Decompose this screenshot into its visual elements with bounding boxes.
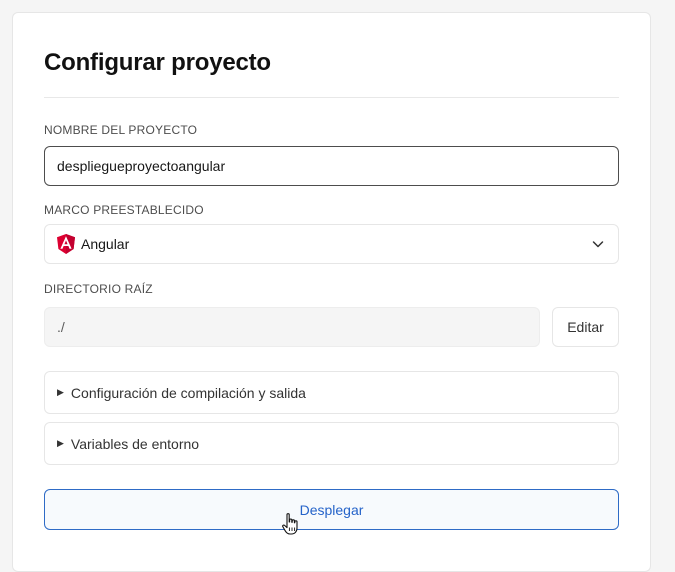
chevron-down-icon — [592, 241, 604, 248]
root-directory-field: ./ — [44, 307, 540, 347]
title-divider — [44, 97, 619, 98]
build-output-settings-label: Configuración de compilación y salida — [70, 384, 306, 401]
hand-pointer-cursor-icon — [282, 513, 298, 535]
root-directory-label: DIRECTORIO RAÍZ — [44, 282, 153, 296]
edit-root-directory-button[interactable]: Editar — [552, 307, 619, 347]
triangle-right-icon: ▶ — [57, 438, 64, 448]
framework-selected-value: Angular — [81, 236, 130, 252]
page-title: Configurar proyecto — [44, 49, 271, 76]
build-output-settings-toggle[interactable]: ▶ Configuración de compilación y salida — [44, 371, 619, 414]
environment-variables-toggle[interactable]: ▶ Variables de entorno — [44, 422, 619, 465]
environment-variables-label: Variables de entorno — [70, 435, 200, 452]
triangle-right-icon: ▶ — [57, 387, 64, 397]
configure-project-card: Configurar proyecto NOMBRE DEL PROYECTO … — [12, 12, 651, 572]
framework-select[interactable]: Angular — [44, 224, 619, 264]
project-name-label: NOMBRE DEL PROYECTO — [44, 123, 198, 137]
project-name-input[interactable] — [44, 146, 619, 186]
deploy-button[interactable]: Desplegar — [44, 489, 619, 530]
angular-logo-icon — [57, 234, 75, 254]
framework-label: MARCO PREESTABLECIDO — [44, 203, 204, 217]
